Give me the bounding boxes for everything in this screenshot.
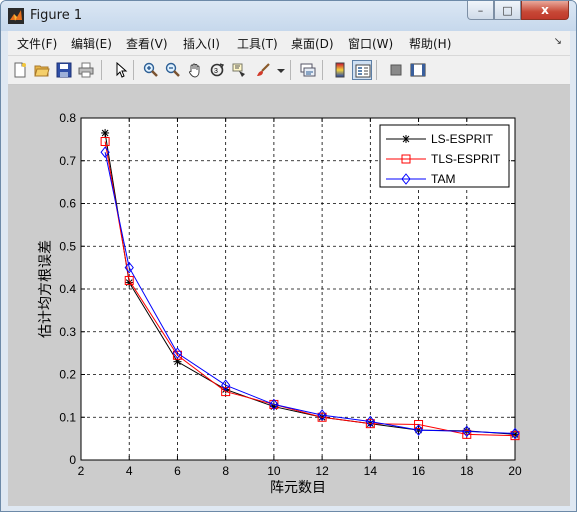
legend-label: LS-ESPRIT	[431, 132, 494, 146]
x-tick-label: 4	[126, 464, 133, 478]
y-tick-label: 0.2	[59, 368, 76, 382]
zoom-in-icon[interactable]	[141, 60, 161, 80]
pointer-icon[interactable]	[110, 60, 130, 80]
x-tick-label: 14	[364, 464, 378, 478]
toolbar-separator	[322, 60, 323, 80]
y-tick-label: 0.6	[59, 197, 76, 211]
brush-icon[interactable]	[253, 60, 273, 80]
y-tick-label: 0.3	[59, 325, 76, 339]
x-tick-label: 12	[315, 464, 329, 478]
menu-window[interactable]: 窗口(W)	[348, 35, 393, 52]
x-axis-label: 阵元数目	[270, 480, 326, 496]
y-axis-label: 估计均方根误差	[38, 240, 54, 338]
y-tick-label: 0.7	[59, 154, 76, 168]
open-folder-icon[interactable]	[32, 60, 52, 80]
maximize-button[interactable]: □	[494, 1, 521, 20]
menu-tools[interactable]: 工具(T)	[237, 35, 278, 52]
link-plot-icon[interactable]	[298, 60, 318, 80]
show-plot-tools-icon[interactable]	[408, 60, 428, 80]
matlab-logo-icon	[8, 8, 24, 24]
window-title: Figure 1	[30, 8, 83, 23]
menu-help[interactable]: 帮助(H)	[409, 35, 451, 52]
legend-label: TLS-ESPRIT	[431, 152, 501, 166]
x-tick-label: 20	[508, 464, 522, 478]
close-button[interactable]: x	[521, 1, 569, 20]
toolbar-separator	[101, 60, 102, 80]
figure-toolbar: 3	[8, 56, 570, 85]
menu-file[interactable]: 文件(F)	[17, 35, 57, 52]
svg-text:3: 3	[214, 68, 218, 75]
y-tick-label: 0.5	[59, 239, 76, 253]
toolbar-separator	[376, 60, 377, 80]
zoom-out-icon[interactable]	[163, 60, 183, 80]
title-bar[interactable]: Figure 1 – □ x	[1, 1, 576, 31]
figure-window: Figure 1 – □ x 文件(F) 编辑(E) 查看(V) 插入(I) 工…	[0, 0, 577, 512]
y-tick-label: 0.4	[59, 282, 76, 296]
data-cursor-icon[interactable]	[229, 60, 249, 80]
brush-dropdown-icon[interactable]	[274, 60, 286, 80]
save-icon[interactable]	[54, 60, 74, 80]
y-tick-label: 0.1	[59, 410, 76, 424]
line-chart[interactable]: 2 4 6 8 10 12 14 16 18 20 0 0.1 0.2 0.3 0.4 0.5 0.6 0.7 0.…	[8, 85, 570, 506]
menu-insert[interactable]: 插入(I)	[183, 35, 220, 52]
new-figure-icon[interactable]	[10, 60, 30, 80]
hide-plot-tools-icon[interactable]	[386, 60, 406, 80]
menu-edit[interactable]: 编辑(E)	[71, 35, 112, 52]
data-point	[101, 128, 110, 137]
legend-label: TAM	[431, 172, 455, 186]
x-tick-label: 6	[174, 464, 181, 478]
toolbar-separator	[290, 60, 291, 80]
legend[interactable]: LS-ESPRIT TLS-ESPRIT TAM	[379, 124, 510, 188]
x-tick-label: 8	[222, 464, 229, 478]
y-tick-label: 0	[69, 453, 76, 467]
x-tick-label: 18	[460, 464, 474, 478]
insert-legend-icon[interactable]	[352, 60, 372, 80]
x-tick-label: 2	[78, 464, 85, 478]
menu-view[interactable]: 查看(V)	[126, 35, 168, 52]
toolbar-separator	[133, 60, 134, 80]
figure-canvas: 2 4 6 8 10 12 14 16 18 20 0 0.1 0.2 0.3 0.4 0.5 0.6 0.7 0.…	[8, 85, 570, 506]
legend-marker	[402, 135, 410, 143]
x-tick-label: 16	[412, 464, 426, 478]
y-tick-label: 0.8	[59, 111, 76, 125]
pan-hand-icon[interactable]	[185, 60, 205, 80]
print-icon[interactable]	[76, 60, 96, 80]
menu-desktop[interactable]: 桌面(D)	[291, 35, 334, 52]
rotate-3d-icon[interactable]: 3	[207, 60, 227, 80]
minimize-button[interactable]: –	[467, 1, 494, 20]
x-tick-label: 10	[267, 464, 281, 478]
menu-bar: 文件(F) 编辑(E) 查看(V) 插入(I) 工具(T) 桌面(D) 窗口(W…	[8, 31, 570, 56]
menu-dock-arrow-icon[interactable]: ↘	[554, 36, 562, 47]
insert-colorbar-icon[interactable]	[330, 60, 350, 80]
